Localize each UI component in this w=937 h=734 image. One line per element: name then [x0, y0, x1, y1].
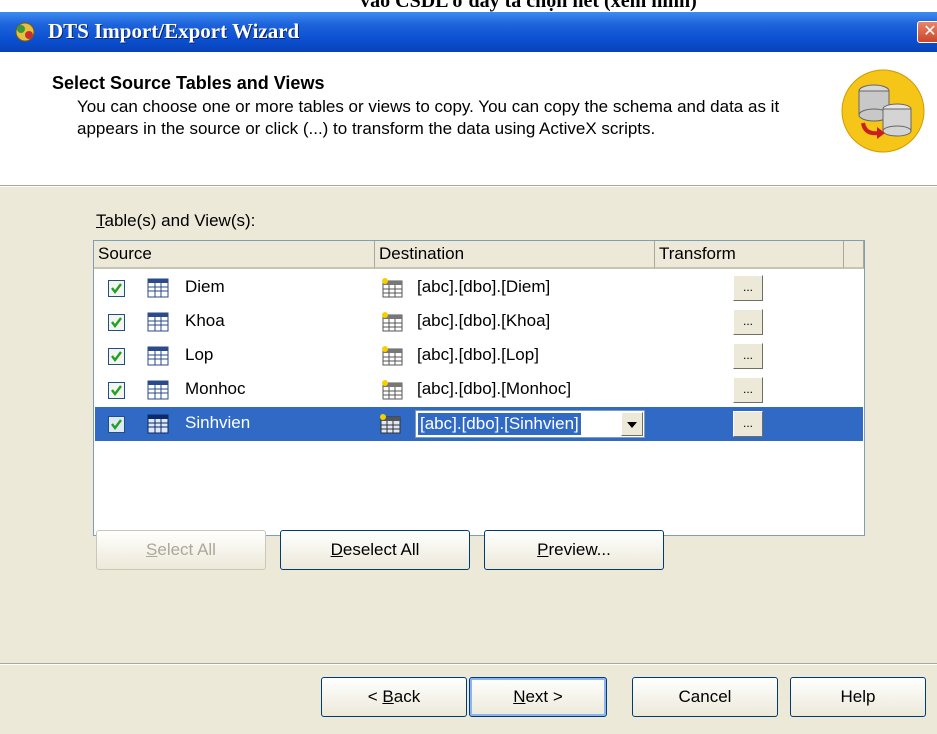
new-table-icon [381, 346, 403, 366]
page-description: You can choose one or more tables or vie… [77, 97, 780, 138]
new-table-icon [381, 278, 403, 298]
chevron-down-icon [627, 422, 637, 428]
include-checkbox[interactable] [108, 314, 125, 331]
list-header: Source Destination Transform [94, 241, 864, 269]
footer-separator [0, 663, 937, 665]
column-header-filler [844, 241, 864, 269]
title-bar[interactable]: DTS Import/Export Wizard ✕ [0, 12, 937, 52]
transform-button[interactable]: ... [733, 343, 763, 369]
table-row[interactable]: Lop [abc].[dbo].[Lop] ... [95, 339, 863, 373]
destination-name[interactable]: [abc].[dbo].[Khoa] [417, 311, 550, 331]
source-name: Monhoc [185, 379, 246, 398]
destination-name[interactable]: [abc].[dbo].[Diem] [417, 277, 550, 297]
dropdown-arrow-button[interactable] [621, 412, 643, 436]
cancel-button[interactable]: Cancel [632, 677, 778, 717]
table-row[interactable]: Khoa [abc].[dbo].[Khoa] ... [95, 305, 863, 339]
column-header-transform[interactable]: Transform [655, 241, 844, 269]
back-button[interactable]: < Back [321, 677, 467, 717]
new-table-icon [381, 312, 403, 332]
header-separator [0, 185, 937, 187]
close-button[interactable]: ✕ [917, 21, 937, 43]
transform-button[interactable]: ... [733, 275, 763, 301]
table-icon [147, 380, 169, 400]
table-icon [147, 414, 169, 434]
transform-button[interactable]: ... [733, 377, 763, 403]
include-checkbox[interactable] [108, 280, 125, 297]
source-name: Sinhvien [185, 413, 251, 432]
next-button[interactable]: Next > [469, 677, 607, 717]
destination-name[interactable]: [abc].[dbo].[Monhoc] [417, 379, 571, 399]
tables-list[interactable]: Source Destination Transform Diem [abc].… [93, 240, 865, 536]
column-header-source[interactable]: Source [94, 241, 375, 269]
table-icon [147, 278, 169, 298]
dts-app-icon [12, 20, 38, 44]
destination-dropdown[interactable]: [abc].[dbo].[Sinhvien] [415, 410, 645, 438]
table-row[interactable]: Diem [abc].[dbo].[Diem] ... [95, 271, 863, 305]
window-title: DTS Import/Export Wizard [48, 19, 300, 43]
new-table-icon [379, 414, 401, 434]
transform-button[interactable]: ... [733, 411, 763, 437]
new-table-icon [381, 380, 403, 400]
table-row-selected[interactable]: Sinhvien [abc].[dbo].[Sinhvien] ... [95, 407, 863, 441]
wizard-window: DTS Import/Export Wizard ✕ Select Source… [0, 12, 937, 734]
wizard-header: Select Source Tables and Views You can c… [0, 52, 937, 185]
transform-button[interactable]: ... [733, 309, 763, 335]
source-name: Lop [185, 345, 214, 364]
table-row[interactable]: Monhoc [abc].[dbo].[Monhoc] ... [95, 373, 863, 407]
table-list-label: Table(s) and View(s): [96, 211, 256, 230]
table-icon [147, 346, 169, 366]
select-all-button[interactable]: Select All [96, 530, 266, 570]
include-checkbox[interactable] [108, 348, 125, 365]
destination-name[interactable]: [abc].[dbo].[Sinhvien] [418, 413, 581, 435]
deselect-all-button[interactable]: Deselect All [280, 530, 470, 570]
source-name: Diem [185, 277, 225, 296]
help-button[interactable]: Help [790, 677, 926, 717]
database-transfer-icon [841, 69, 925, 153]
include-checkbox[interactable] [108, 416, 125, 433]
page-title: Select Source Tables and Views [52, 73, 325, 93]
destination-name[interactable]: [abc].[dbo].[Lop] [417, 345, 539, 365]
preview-button[interactable]: Preview... [484, 530, 664, 570]
source-name: Khoa [185, 311, 225, 330]
column-header-destination[interactable]: Destination [375, 241, 655, 269]
include-checkbox[interactable] [108, 382, 125, 399]
table-icon [147, 312, 169, 332]
